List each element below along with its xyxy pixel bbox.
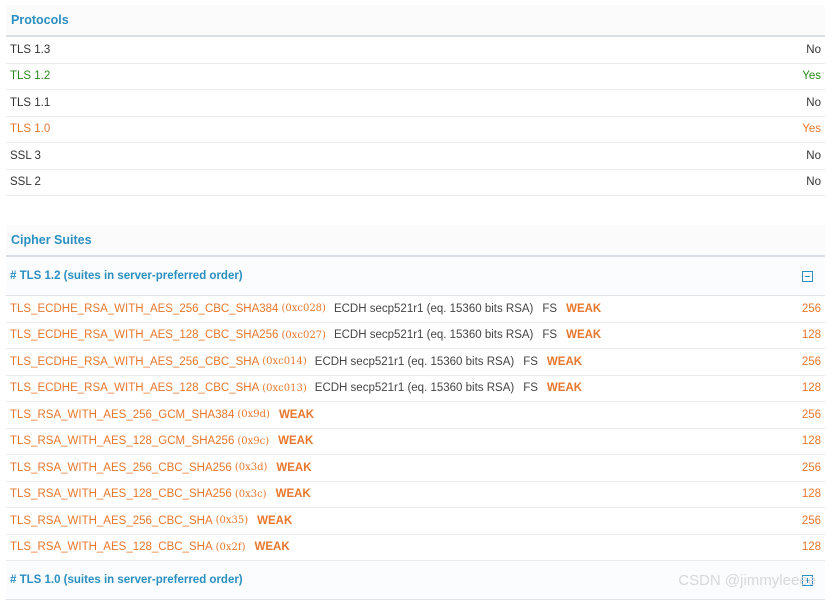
cipher-name: TLS_ECDHE_RSA_WITH_AES_256_CBC_SHA — [10, 355, 260, 368]
cipher-bits: 256 — [801, 408, 821, 421]
cipher-suite-row: TLS_RSA_WITH_AES_256_CBC_SHA (0x35) WEAK 25… — [6, 508, 825, 535]
forward-secrecy: FS — [542, 302, 558, 315]
cipher-bits: 256 — [801, 355, 821, 368]
weak-badge: WEAK — [275, 488, 311, 501]
cipher-code: (0x9c) — [237, 435, 270, 447]
cipher-code: (0x35) — [215, 515, 249, 527]
weak-badge: WEAK — [276, 461, 312, 474]
cipher-bits: 256 — [801, 514, 821, 527]
protocol-support: No — [806, 149, 821, 162]
cipher-name: TLS_ECDHE_RSA_WITH_AES_256_CBC_SHA384 — [10, 302, 279, 315]
weak-badge: WEAK — [566, 329, 602, 342]
cipher-suite-info: TLS_RSA_WITH_AES_256_CBC_SHA (0x35) WEAK — [10, 515, 292, 527]
cipher-name: TLS_ECDHE_RSA_WITH_AES_128_CBC_SHA256 — [10, 329, 279, 342]
cipher-suite-info: TLS_RSA_WITH_AES_128_CBC_SHA (0x2f) WEAK — [10, 541, 290, 553]
forward-secrecy: FS — [542, 329, 558, 342]
cipher-code: (0x3d) — [234, 462, 268, 474]
weak-badge: WEAK — [278, 408, 315, 421]
cipher-suite-row: TLS_ECDHE_RSA_WITH_AES_128_CBC_SHA (0xc01… — [6, 376, 825, 402]
cipher-bits: 128 — [801, 382, 821, 395]
cipher-suite-info: TLS_ECDHE_RSA_WITH_AES_256_CBC_SHA384 (0x… — [10, 303, 601, 315]
cipher-code: (0x3c) — [234, 488, 267, 500]
weak-badge: WEAK — [278, 435, 314, 448]
cipher-code: (0xc014) — [262, 356, 307, 368]
cipher-name: TLS_RSA_WITH_AES_256_CBC_SHA — [10, 514, 213, 527]
protocols-title: Protocols — [6, 5, 825, 37]
protocol-row: TLS 1.1 No — [6, 90, 825, 117]
cipher-bits: 256 — [801, 461, 821, 474]
protocol-support: Yes — [802, 123, 821, 136]
key-exchange: ECDH secp521r1 (eq. 15360 bits RSA) — [314, 382, 515, 395]
protocol-row: TLS 1.2 Yes — [6, 64, 825, 90]
protocol-name: TLS 1.2 — [10, 70, 51, 83]
cipher-suite-row: TLS_RSA_WITH_AES_128_CBC_SHA (0x2f) WEAK 12… — [6, 535, 825, 561]
cipher-bits: 128 — [801, 329, 821, 342]
tls12-suites-header[interactable]: # TLS 1.2 (suites in server-preferred or… — [6, 257, 825, 296]
weak-badge: WEAK — [566, 302, 602, 315]
cipher-suite-row: TLS_ECDHE_RSA_WITH_AES_128_CBC_SHA256 (0x… — [6, 323, 825, 349]
protocol-name: TLS 1.0 — [10, 123, 51, 136]
cipher-suite-row: TLS_RSA_WITH_AES_256_GCM_SHA384 (0x9d) WEA… — [6, 402, 825, 429]
cipher-code: (0xc028) — [281, 303, 326, 315]
cipher-suite-row: TLS_RSA_WITH_AES_128_CBC_SHA256 (0x3c) WEA… — [6, 482, 825, 508]
key-exchange: ECDH secp521r1 (eq. 15360 bits RSA) — [314, 355, 515, 368]
protocol-name: TLS 1.1 — [10, 96, 51, 109]
tls12-suites-header-text: # TLS 1.2 (suites in server-preferred or… — [10, 270, 243, 282]
weak-badge: WEAK — [546, 382, 583, 395]
protocol-name: SSL 3 — [10, 149, 41, 162]
protocol-support: No — [806, 176, 821, 189]
cipher-suites-section: Cipher Suites # TLS 1.2 (suites in serve… — [6, 225, 825, 600]
cipher-suite-row: TLS_RSA_WITH_AES_128_GCM_SHA256 (0x9c) WEA… — [6, 429, 825, 455]
cipher-bits: 128 — [801, 435, 821, 448]
cipher-suites-title: Cipher Suites — [6, 225, 825, 257]
protocol-row: SSL 2 No — [6, 170, 825, 196]
protocol-row: SSL 3 No — [6, 143, 825, 170]
cipher-name: TLS_RSA_WITH_AES_128_GCM_SHA256 — [10, 435, 235, 448]
cipher-bits: 256 — [801, 302, 821, 315]
cipher-code: (0x2f) — [215, 541, 246, 553]
cipher-name: TLS_RSA_WITH_AES_128_CBC_SHA256 — [10, 488, 232, 501]
forward-secrecy: FS — [523, 355, 538, 368]
cipher-suite-info: TLS_RSA_WITH_AES_128_GCM_SHA256 (0x9c) WEA… — [10, 435, 313, 447]
cipher-suite-info: TLS_ECDHE_RSA_WITH_AES_256_CBC_SHA (0xc01… — [10, 356, 582, 368]
watermark: CSDN @jimmyleeee — [678, 572, 816, 589]
protocols-table: TLS 1.3 No TLS 1.2 Yes TLS 1.1 No TLS 1.0 Yes SS… — [6, 37, 825, 196]
weak-badge: WEAK — [254, 541, 290, 554]
key-exchange: ECDH secp521r1 (eq. 15360 bits RSA) — [333, 329, 534, 342]
cipher-name: TLS_RSA_WITH_AES_256_CBC_SHA256 — [10, 461, 232, 474]
cipher-suite-info: TLS_ECDHE_RSA_WITH_AES_128_CBC_SHA (0xc01… — [10, 382, 582, 394]
protocol-name: SSL 2 — [10, 176, 41, 189]
cipher-suite-row: TLS_RSA_WITH_AES_256_CBC_SHA256 (0x3d) WEA… — [6, 455, 825, 482]
cipher-bits: 128 — [801, 488, 821, 501]
collapse-icon[interactable] — [802, 270, 813, 282]
forward-secrecy: FS — [523, 382, 538, 395]
protocol-support: No — [806, 96, 821, 109]
tls10-suites-header-text: # TLS 1.0 (suites in server-preferred or… — [10, 574, 243, 586]
cipher-name: TLS_ECDHE_RSA_WITH_AES_128_CBC_SHA — [10, 382, 260, 395]
protocol-name: TLS 1.3 — [10, 43, 51, 56]
cipher-code: (0xc013) — [262, 382, 307, 394]
protocol-row: TLS 1.0 Yes — [6, 117, 825, 143]
protocol-support: Yes — [802, 70, 821, 83]
cipher-suite-row: TLS_ECDHE_RSA_WITH_AES_256_CBC_SHA (0xc01… — [6, 349, 825, 376]
protocol-row: TLS 1.3 No — [6, 37, 825, 64]
cipher-suite-info: TLS_RSA_WITH_AES_128_CBC_SHA256 (0x3c) WEA… — [10, 488, 311, 500]
cipher-suite-info: TLS_RSA_WITH_AES_256_CBC_SHA256 (0x3d) WEA… — [10, 462, 312, 474]
cipher-suite-row: TLS_ECDHE_RSA_WITH_AES_256_CBC_SHA384 (0x… — [6, 296, 825, 323]
weak-badge: WEAK — [546, 355, 583, 368]
cipher-suite-info: TLS_ECDHE_RSA_WITH_AES_128_CBC_SHA256 (0x… — [10, 329, 601, 341]
cipher-suite-info: TLS_RSA_WITH_AES_256_GCM_SHA384 (0x9d) WEA… — [10, 409, 314, 421]
weak-badge: WEAK — [257, 514, 293, 527]
cipher-name: TLS_RSA_WITH_AES_128_CBC_SHA — [10, 541, 213, 554]
cipher-bits: 128 — [801, 541, 821, 554]
cipher-name: TLS_RSA_WITH_AES_256_GCM_SHA384 — [10, 408, 235, 421]
protocol-support: No — [806, 43, 821, 56]
cipher-code: (0xc027) — [281, 329, 326, 341]
cipher-code: (0x9d) — [237, 409, 270, 421]
key-exchange: ECDH secp521r1 (eq. 15360 bits RSA) — [333, 302, 534, 315]
protocols-section: Protocols TLS 1.3 No TLS 1.2 Yes TLS 1.1 No TL… — [6, 5, 825, 196]
tls12-suites-table: TLS_ECDHE_RSA_WITH_AES_256_CBC_SHA384 (0x… — [6, 296, 825, 561]
